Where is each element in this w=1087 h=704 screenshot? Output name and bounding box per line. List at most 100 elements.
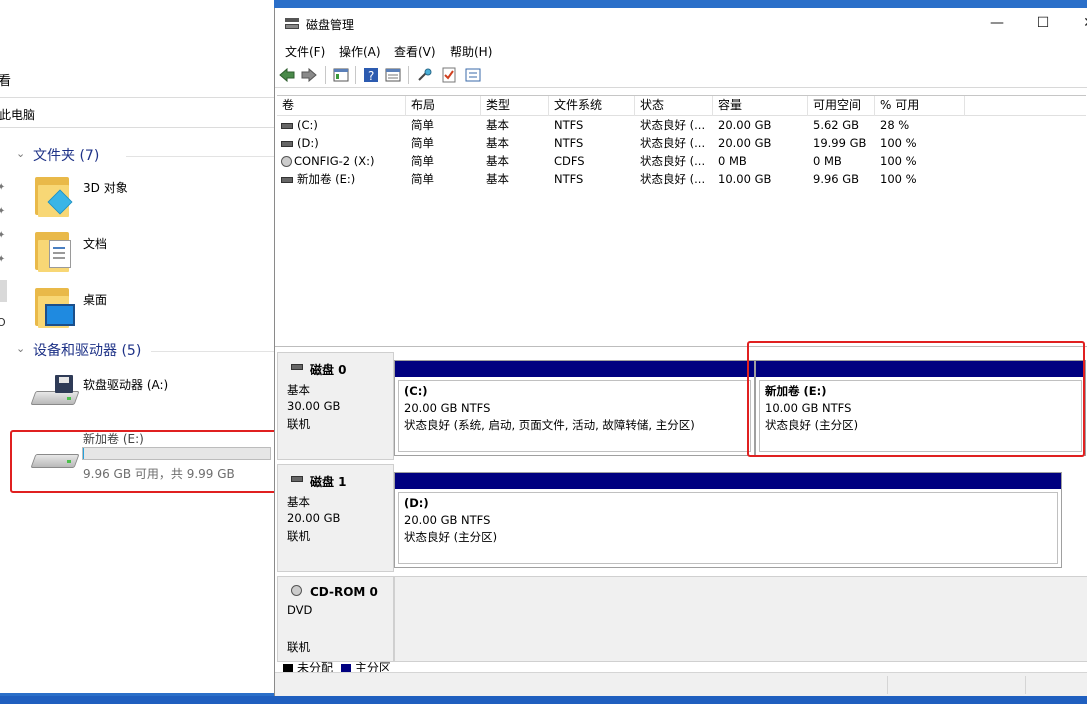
taskbar <box>0 696 1087 704</box>
check-icon[interactable] <box>441 67 457 83</box>
volume-icon <box>281 176 293 183</box>
chevron-down-icon[interactable]: ⌄ <box>16 342 25 355</box>
volume-status: 状态良好 (... <box>640 118 706 132</box>
capacity-text: 9.96 GB 可用，共 9.99 GB <box>83 467 235 481</box>
primary-partition-bar <box>395 361 754 377</box>
column-header-free-space[interactable]: 可用空间 <box>808 96 875 116</box>
legend: 未分配 主分区 <box>283 659 391 675</box>
window-title: 磁盘管理 <box>306 18 355 32</box>
table-row[interactable]: (D:) 简单 基本 NTFS 状态良好 (... 20.00 GB 19.99… <box>277 134 1086 152</box>
title-bar[interactable]: 磁盘管理 — ☐ ✕ <box>275 8 1087 39</box>
ribbon-tab-view[interactable]: 看 <box>0 70 11 89</box>
column-header-type[interactable]: 类型 <box>481 96 549 116</box>
desktop-folder-icon[interactable] <box>35 286 77 330</box>
status-bar <box>275 672 1087 696</box>
partition-e[interactable]: 新加卷 (E:) 10.00 GB NTFS 状态良好 (主分区) <box>755 360 1086 456</box>
disk-kind: 基本 <box>287 495 310 509</box>
help-icon[interactable]: ? <box>363 67 379 83</box>
pin-icon[interactable]: ✦ <box>0 206 5 217</box>
volume-name: CONFIG-2 (X:) <box>294 154 375 168</box>
column-header-filesystem[interactable]: 文件系统 <box>549 96 635 116</box>
folder-label[interactable]: 文档 <box>83 235 107 252</box>
file-explorer-window: 看 此电脑 ✦ ✦ ✦ ✦ O ⌄ 文件夹 (7) 3D 对象 文档 桌面 ⌄ … <box>0 0 274 693</box>
disk-row: 磁盘 0 基本 30.00 GB 联机 (C:) 20.00 GB NTFS 状… <box>275 352 1087 460</box>
back-icon[interactable] <box>279 67 295 83</box>
connect-icon[interactable] <box>417 67 433 83</box>
partition-c[interactable]: (C:) 20.00 GB NTFS 状态良好 (系统, 启动, 页面文件, 活… <box>394 360 755 456</box>
partition-status: 状态良好 (系统, 启动, 页面文件, 活动, 故障转储, 主分区) <box>404 418 695 432</box>
disk-state: 联机 <box>287 529 310 543</box>
table-row[interactable]: (C:) 简单 基本 NTFS 状态良好 (... 20.00 GB 5.62 … <box>277 116 1086 134</box>
floppy-drive-icon[interactable] <box>30 375 80 411</box>
address-bar[interactable]: 此电脑 <box>0 97 274 128</box>
partition-status: 状态良好 (主分区) <box>765 418 859 432</box>
properties-icon[interactable] <box>385 67 401 83</box>
volume-capacity: 10.00 GB <box>718 172 772 186</box>
device-label[interactable]: 软盘驱动器 (A:) <box>83 376 168 393</box>
disk-row: CD-ROM 0 DVD 联机 <box>275 576 1087 662</box>
disk-state: 联机 <box>287 417 310 431</box>
disk-row: 磁盘 1 基本 20.00 GB 联机 (D:) 20.00 GB NTFS 状… <box>275 464 1087 572</box>
partition-size: 20.00 GB NTFS <box>404 401 491 415</box>
documents-folder-icon[interactable] <box>35 230 77 274</box>
folders-group-title: 文件夹 (7) <box>33 148 100 164</box>
disk-info-panel[interactable]: CD-ROM 0 DVD 联机 <box>277 576 394 662</box>
close-button[interactable]: ✕ <box>1066 12 1087 34</box>
disk-info-panel[interactable]: 磁盘 0 基本 30.00 GB 联机 <box>277 352 394 460</box>
disk-info-panel[interactable]: 磁盘 1 基本 20.00 GB 联机 <box>277 464 394 572</box>
table-row[interactable]: CONFIG-2 (X:) 简单 基本 CDFS 状态良好 (... 0 MB … <box>277 152 1086 170</box>
disk-management-window: 磁盘管理 — ☐ ✕ 文件(F) 操作(A) 查看(V) 帮助(H) ? 卷 布… <box>274 8 1087 696</box>
column-header-volume[interactable]: 卷 <box>277 96 406 116</box>
menu-bar: 文件(F) 操作(A) 查看(V) 帮助(H) <box>275 39 1087 61</box>
folder-label[interactable]: 桌面 <box>83 291 107 308</box>
status-bar-pane <box>1025 676 1085 694</box>
menu-help[interactable]: 帮助(H) <box>450 43 492 60</box>
column-header-capacity[interactable]: 容量 <box>713 96 808 116</box>
3d-objects-folder-icon[interactable] <box>35 175 77 219</box>
address-text: 此电脑 <box>0 108 36 122</box>
toolbar-separator <box>325 66 326 84</box>
column-header-status[interactable]: 状态 <box>635 96 713 116</box>
forward-icon[interactable] <box>301 67 317 83</box>
cdrom-empty-area[interactable] <box>394 576 1087 662</box>
toolbar-separator <box>408 66 409 84</box>
volume-type: 基本 <box>486 154 509 168</box>
pin-icon[interactable]: ✦ <box>0 182 5 193</box>
disk-kind: DVD <box>287 603 313 617</box>
primary-partition-bar <box>756 361 1085 377</box>
disk-icon <box>291 476 303 482</box>
chevron-down-icon[interactable]: ⌄ <box>16 147 25 160</box>
pin-icon[interactable]: ✦ <box>0 254 5 265</box>
capacity-bar <box>82 447 271 460</box>
partition-status: 状态良好 (主分区) <box>404 530 498 544</box>
nav-item-fragment[interactable]: O <box>0 316 6 329</box>
console-tree-icon[interactable] <box>333 67 349 83</box>
list-icon[interactable] <box>465 67 481 83</box>
disk-icon <box>291 364 303 370</box>
partition-name: (D:) <box>404 496 429 510</box>
column-header-percent-free[interactable]: % 可用 <box>875 96 965 116</box>
menu-action[interactable]: 操作(A) <box>339 43 381 60</box>
divider <box>126 156 274 157</box>
column-header-layout[interactable]: 布局 <box>406 96 481 116</box>
hard-drive-icon[interactable] <box>30 438 80 474</box>
partition-name: (C:) <box>404 384 428 398</box>
volume-filesystem: NTFS <box>554 136 584 150</box>
minimize-button[interactable]: — <box>974 12 1020 34</box>
volume-percent-free: 100 % <box>880 154 917 168</box>
volume-layout: 简单 <box>411 136 434 150</box>
device-label[interactable]: 新加卷 (E:) <box>83 430 144 447</box>
pin-icon[interactable]: ✦ <box>0 230 5 241</box>
folders-group-header[interactable]: ⌄ 文件夹 (7) <box>16 147 274 167</box>
devices-group-header[interactable]: ⌄ 设备和驱动器 (5) <box>16 342 274 362</box>
volume-name: (C:) <box>297 118 318 132</box>
table-row[interactable]: 新加卷 (E:) 简单 基本 NTFS 状态良好 (... 10.00 GB 9… <box>277 170 1086 188</box>
partition-d[interactable]: (D:) 20.00 GB NTFS 状态良好 (主分区) <box>394 472 1062 568</box>
volume-status: 状态良好 (... <box>640 136 706 150</box>
disk-name: 磁盘 0 <box>310 363 347 377</box>
partition-size: 10.00 GB NTFS <box>765 401 852 415</box>
maximize-button[interactable]: ☐ <box>1020 12 1066 34</box>
menu-file[interactable]: 文件(F) <box>285 43 325 60</box>
menu-view[interactable]: 查看(V) <box>394 43 436 60</box>
folder-label[interactable]: 3D 对象 <box>83 179 128 196</box>
